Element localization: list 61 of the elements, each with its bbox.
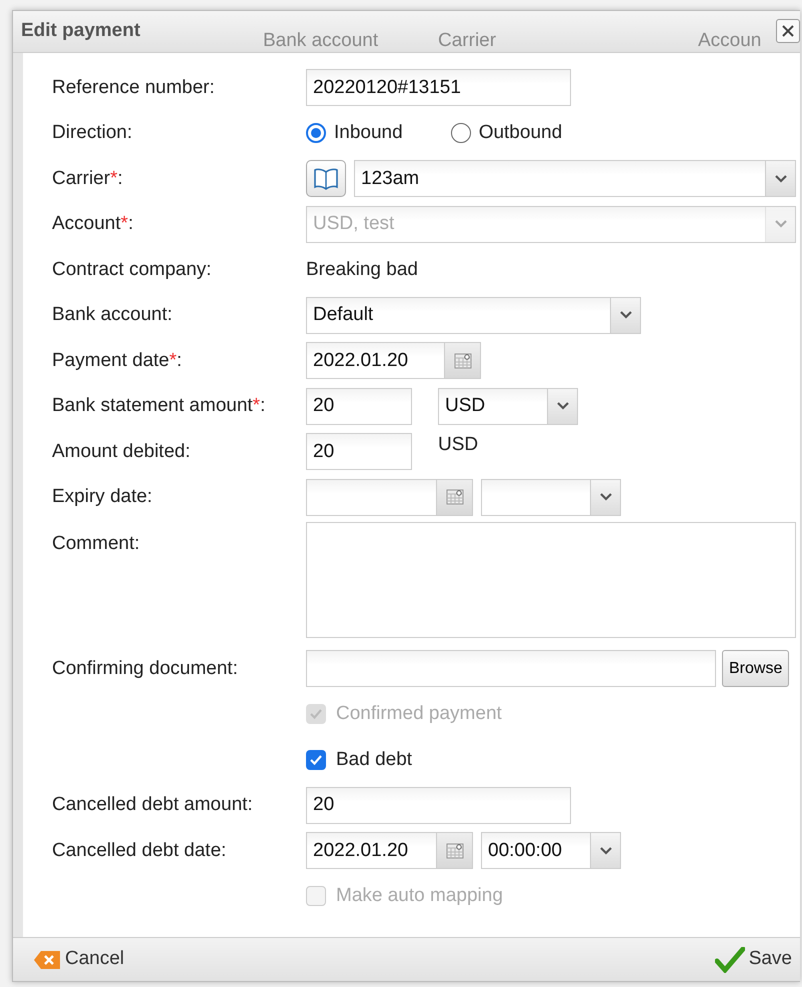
field-label: Confirming document: <box>52 656 239 680</box>
checkbox[interactable] <box>306 750 326 770</box>
field-label: Expiry date: <box>52 485 154 509</box>
file-path-field[interactable] <box>306 650 716 688</box>
field-label: Bank account: <box>52 303 174 327</box>
currency-select[interactable]: USD <box>438 388 578 425</box>
time-select[interactable] <box>481 478 621 516</box>
text-field[interactable]: 20 <box>306 786 571 824</box>
browse-button[interactable]: Browse <box>722 650 790 688</box>
checkbox-label: Make auto mapping <box>336 884 503 908</box>
field-label: Carrier*: <box>52 166 124 190</box>
checkmark-icon <box>309 708 323 720</box>
caret-icon <box>620 311 632 320</box>
amount-field[interactable]: 20 <box>306 433 412 470</box>
field-label: Payment date*: <box>52 348 183 372</box>
caret-icon <box>600 846 612 855</box>
calendar-icon <box>446 842 464 859</box>
amount-field[interactable]: 20 <box>306 388 412 425</box>
date-field[interactable] <box>306 478 473 516</box>
column-header: Bank account <box>263 29 380 54</box>
radio-option[interactable]: Outbound <box>450 119 562 148</box>
time-select[interactable]: 00:00:00 <box>481 832 621 870</box>
save-button[interactable]: Save <box>714 945 792 974</box>
field-label: Cancelled debt date: <box>52 838 228 862</box>
date-field[interactable]: 2022.01.20 <box>306 342 481 380</box>
field-label: Direction: <box>52 121 134 145</box>
radio-option[interactable]: Inbound <box>306 119 403 148</box>
field-label: Amount debited: <box>52 440 192 464</box>
checkbox-label[interactable]: Bad debt <box>336 746 412 774</box>
field-value: Breaking bad <box>306 258 418 282</box>
checkmark-icon <box>309 754 323 766</box>
field-label: Cancelled debt amount: <box>52 793 254 817</box>
text-field[interactable]: 20220120#13151 <box>306 69 571 106</box>
caret-icon <box>774 220 786 228</box>
currency-label: USD <box>438 433 478 458</box>
select-field: USD, test <box>306 206 796 243</box>
field-label: Bank statement amount*: <box>52 394 266 418</box>
close-button[interactable] <box>776 19 800 43</box>
field-label: Contract company: <box>52 258 212 282</box>
checkmark-icon <box>714 946 745 972</box>
checkbox-label: Confirmed payment <box>336 702 502 726</box>
dialog-title: Edit payment <box>20 19 142 44</box>
caret-icon <box>600 493 612 502</box>
column-header: Accoun <box>698 29 762 54</box>
cancel-button[interactable]: Cancel <box>33 945 124 974</box>
date-field[interactable]: 2022.01.20 <box>306 832 473 870</box>
field-label: Reference number: <box>52 76 216 100</box>
field-label: Comment: <box>52 532 141 556</box>
calendar-icon <box>446 489 464 506</box>
lookup-button[interactable] <box>306 160 346 198</box>
caret-icon <box>774 174 786 183</box>
field-label: Account*: <box>52 212 134 236</box>
book-icon <box>313 168 339 190</box>
select-field[interactable]: Default <box>306 296 641 334</box>
select-field[interactable]: 123am <box>354 160 796 198</box>
caret-icon <box>556 402 568 410</box>
comment-field[interactable] <box>306 522 796 638</box>
column-header: Carrier <box>438 29 498 54</box>
close-icon <box>781 24 795 38</box>
calendar-icon <box>454 352 472 369</box>
cancel-icon <box>33 950 61 970</box>
